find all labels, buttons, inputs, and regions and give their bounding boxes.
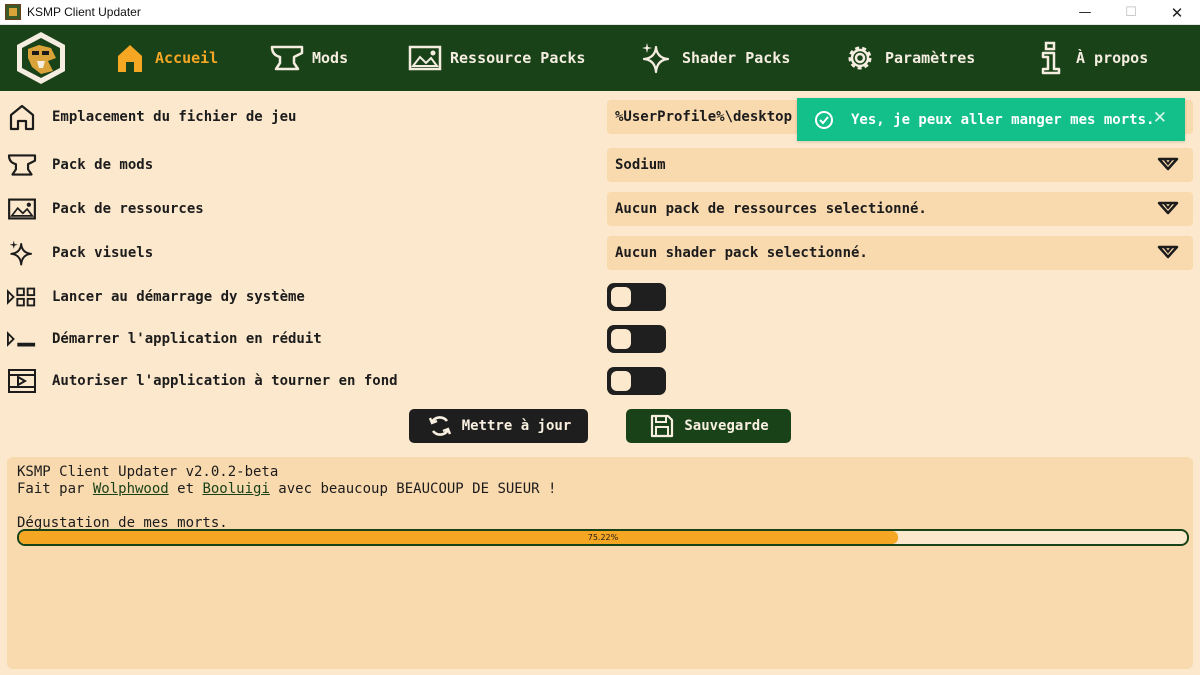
startup-grid-icon bbox=[7, 282, 37, 312]
minimize-button[interactable]: — bbox=[1062, 0, 1108, 25]
nav-label: Mods bbox=[312, 49, 349, 67]
save-button[interactable]: Sauvegarde bbox=[626, 409, 791, 443]
nav-label: Accueil bbox=[155, 49, 219, 67]
credits-text: Fait par Wolphwood et Booluigi avec beau… bbox=[17, 481, 1183, 498]
startup-toggle[interactable] bbox=[607, 283, 666, 311]
nav-label: Ressource Packs bbox=[450, 49, 586, 67]
start-minimized-label: Démarrer l'application en réduit bbox=[52, 331, 322, 347]
resource-pack-label: Pack de ressources bbox=[52, 201, 204, 217]
resource-pack-select[interactable]: Aucun pack de ressources selectionné. bbox=[607, 192, 1193, 226]
credits-prefix: Fait par bbox=[17, 481, 93, 497]
image-icon bbox=[408, 41, 442, 75]
floppy-disk-icon bbox=[648, 412, 676, 440]
success-toast: Yes, je peux aller manger mes morts. ✕ bbox=[797, 98, 1185, 141]
nav-a-propos[interactable]: À propos bbox=[1034, 25, 1148, 91]
nav-label: Shader Packs bbox=[682, 49, 791, 67]
mods-pack-select[interactable]: Sodium bbox=[607, 148, 1193, 182]
toast-close-icon[interactable]: ✕ bbox=[1153, 108, 1167, 128]
game-location-label: Emplacement du fichier de jeu bbox=[52, 109, 297, 125]
toggle-knob bbox=[611, 287, 631, 307]
row-startup: Lancer au démarrage dy système bbox=[0, 279, 1200, 315]
anvil-icon bbox=[7, 150, 37, 180]
toggle-knob bbox=[611, 371, 631, 391]
nav-label: Paramètres bbox=[885, 49, 976, 67]
nav-bar: Accueil Mods Ressource Packs Shader Pack… bbox=[0, 25, 1200, 91]
update-button-label: Mettre à jour bbox=[461, 418, 572, 434]
chevron-down-icon bbox=[1157, 157, 1179, 171]
nav-mods[interactable]: Mods bbox=[270, 25, 348, 91]
row-shader-pack: Pack visuels Aucun shader pack selection… bbox=[0, 235, 1200, 271]
window-title: KSMP Client Updater bbox=[27, 5, 141, 19]
toast-message: Yes, je peux aller manger mes morts. bbox=[851, 111, 1155, 128]
background-run-toggle[interactable] bbox=[607, 367, 666, 395]
row-start-minimized: Démarrer l'application en réduit bbox=[0, 321, 1200, 357]
console-panel: KSMP Client Updater v2.0.2-beta Fait par… bbox=[7, 457, 1193, 669]
start-minimized-toggle[interactable] bbox=[607, 325, 666, 353]
image-icon bbox=[7, 194, 37, 224]
row-background-run: Autoriser l'application à tourner en fon… bbox=[0, 363, 1200, 399]
shader-pack-value: Aucun shader pack selectionné. bbox=[615, 245, 868, 261]
author-link-wolphwood[interactable]: Wolphwood bbox=[93, 481, 169, 497]
row-mods-pack: Pack de mods Sodium bbox=[0, 147, 1200, 183]
sync-icon bbox=[426, 412, 454, 440]
save-button-label: Sauvegarde bbox=[684, 418, 769, 434]
title-bar: KSMP Client Updater — ☐ ✕ bbox=[0, 0, 1200, 25]
chevron-down-icon bbox=[1157, 245, 1179, 259]
shader-pack-select[interactable]: Aucun shader pack selectionné. bbox=[607, 236, 1193, 270]
author-link-booluigi[interactable]: Booluigi bbox=[202, 481, 269, 497]
resource-pack-value: Aucun pack de ressources selectionné. bbox=[615, 201, 927, 217]
progress-percent: 75.22% bbox=[587, 533, 619, 542]
toggle-knob bbox=[611, 329, 631, 349]
mods-pack-label: Pack de mods bbox=[52, 157, 154, 173]
credits-suffix: avec beaucoup BEAUCOUP DE SUEUR ! bbox=[269, 481, 557, 497]
app-icon bbox=[5, 4, 21, 20]
anvil-icon bbox=[270, 41, 304, 75]
check-circle-icon bbox=[815, 110, 833, 129]
gear-icon bbox=[843, 41, 877, 75]
startup-label: Lancer au démarrage dy système bbox=[52, 289, 305, 305]
mods-pack-value: Sodium bbox=[615, 157, 666, 173]
info-icon bbox=[1034, 41, 1068, 75]
maximize-button[interactable]: ☐ bbox=[1108, 0, 1154, 25]
sparkles-icon bbox=[640, 41, 674, 75]
logo-icon bbox=[17, 32, 65, 84]
nav-resource-packs[interactable]: Ressource Packs bbox=[408, 25, 585, 91]
progress-bar: 75.22% bbox=[17, 529, 1189, 546]
version-text: KSMP Client Updater v2.0.2-beta bbox=[17, 464, 279, 480]
chevron-down-icon bbox=[1157, 201, 1179, 215]
minimize-window-icon bbox=[7, 324, 37, 354]
close-button[interactable]: ✕ bbox=[1154, 0, 1200, 25]
nav-parametres[interactable]: Paramètres bbox=[843, 25, 975, 91]
shader-pack-label: Pack visuels bbox=[52, 245, 154, 261]
home-outline-icon bbox=[7, 102, 37, 132]
update-button[interactable]: Mettre à jour bbox=[409, 409, 588, 443]
home-icon bbox=[113, 41, 147, 75]
nav-accueil[interactable]: Accueil bbox=[113, 25, 218, 91]
background-window-icon bbox=[7, 366, 37, 396]
row-resource-pack: Pack de ressources Aucun pack de ressour… bbox=[0, 191, 1200, 227]
nav-shader-packs[interactable]: Shader Packs bbox=[640, 25, 790, 91]
credits-mid: et bbox=[168, 481, 203, 497]
background-run-label: Autoriser l'application à tourner en fon… bbox=[52, 373, 398, 389]
nav-label: À propos bbox=[1076, 49, 1149, 67]
sparkles-icon bbox=[7, 238, 37, 268]
